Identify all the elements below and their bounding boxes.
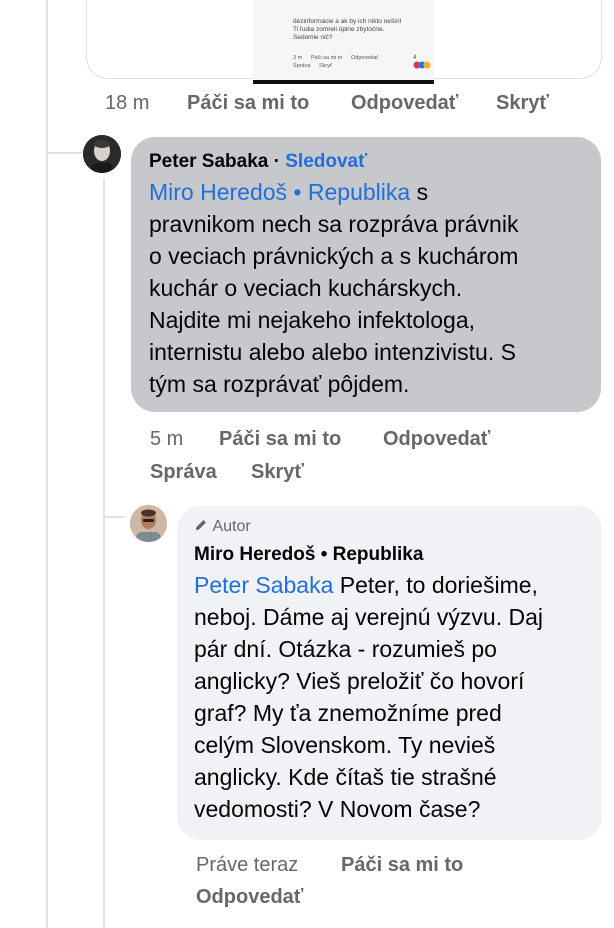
comment-bubble-peter[interactable]: Peter Sabaka · Sledovať Miro Heredoš • R…: [131, 137, 601, 412]
follow-button[interactable]: Sledovať: [285, 151, 367, 172]
quoted-meta-reply: Odpovedať: [351, 55, 379, 61]
quoted-meta-message: Správa: [293, 63, 311, 69]
quoted-meta-hide: Skryť: [319, 63, 333, 69]
comment-text-line: neboj. Dáme aj verejnú výzvu. Daj: [194, 604, 543, 630]
thread-line-nested: [103, 178, 105, 928]
avatar-miro[interactable]: [130, 505, 167, 542]
comment-text-line: s: [416, 179, 429, 205]
author-badge: Autor: [194, 518, 251, 536]
comment1-message-button[interactable]: Správa: [150, 461, 217, 484]
quoted-meta-like: Páči sa mi to: [311, 55, 343, 61]
quoted-line: dezinformácie a ak by ich nikto nešíril: [293, 18, 402, 25]
comment2-reply-button[interactable]: Odpovedať: [196, 886, 303, 909]
comment-text-line: graf? My ťa znemožníme pred: [194, 700, 502, 726]
top-timestamp: 18 m: [105, 92, 150, 114]
top-hide-button[interactable]: Skryť: [496, 92, 549, 115]
comment-text-line: Najdite mi nejakeho infektologa,: [149, 307, 476, 333]
quoted-post-screenshot[interactable]: dezinformácie a ak by ich nikto nešíril …: [253, 0, 434, 84]
comment-text-line: anglicky? Vieš preložiť čo hovorí: [194, 668, 525, 694]
comment1-hide-button[interactable]: Skryť: [251, 461, 304, 484]
comment1-reply-button[interactable]: Odpovedať: [383, 428, 490, 451]
reaction-icons: 4: [413, 55, 434, 69]
quoted-meta-time: 3 m: [293, 55, 303, 61]
comment2-like-button[interactable]: Páči sa mi to: [341, 854, 463, 877]
comment-author[interactable]: Peter Sabaka: [149, 151, 268, 172]
top-reply-button[interactable]: Odpovedať: [351, 92, 458, 115]
thread-connector: [46, 152, 82, 154]
comment-text-line: vedomosti? V Novom čase?: [194, 796, 481, 822]
pencil-icon: [196, 520, 206, 530]
comment-text-line: tým sa rozprávať pôjdem.: [149, 371, 410, 397]
comment-bubble-miro[interactable]: Autor Miro Heredoš • Republika Peter Sab…: [177, 506, 602, 840]
mention-link[interactable]: Peter Sabaka: [194, 572, 333, 598]
name-separator: ·: [273, 151, 280, 172]
comment-text-line: o veciach právnických a s kuchárom: [149, 243, 519, 269]
quoted-line: Ti ľudia zomreli úplne zbytočne.: [293, 26, 385, 33]
author-badge-label: Autor: [212, 518, 251, 535]
avatar-peter[interactable]: [83, 135, 121, 173]
quoted-line: Sedomie nič?: [293, 34, 333, 41]
comment-text-line: Peter, to doriešime,: [339, 572, 538, 598]
comment-text-line: kuchár o veciach kuchárskych.: [149, 275, 463, 301]
comment1-timestamp: 5 m: [150, 428, 184, 450]
comment-text-line: anglicky. Kde čítaš tie strašné: [194, 764, 497, 790]
comment1-like-button[interactable]: Páči sa mi to: [219, 428, 341, 451]
top-like-button[interactable]: Páči sa mi to: [187, 92, 309, 115]
comment-text-line: pár dní. Otázka - rozumieš po: [194, 636, 497, 662]
thread-connector-nested: [103, 516, 125, 518]
comment-author[interactable]: Miro Heredoš • Republika: [194, 539, 423, 570]
thread-line: [46, 0, 48, 928]
mention-link[interactable]: Miro Heredoš • Republika: [149, 179, 410, 205]
comment-text-line: pravnikom nech sa rozpráva právnik: [149, 211, 519, 237]
comment-text-line: celým Slovenskom. Ty nevieš: [194, 732, 496, 758]
comment2-timestamp: Práve teraz: [196, 854, 299, 876]
comment-text-line: internistu alebo alebo intenzivistu. S: [149, 339, 516, 365]
